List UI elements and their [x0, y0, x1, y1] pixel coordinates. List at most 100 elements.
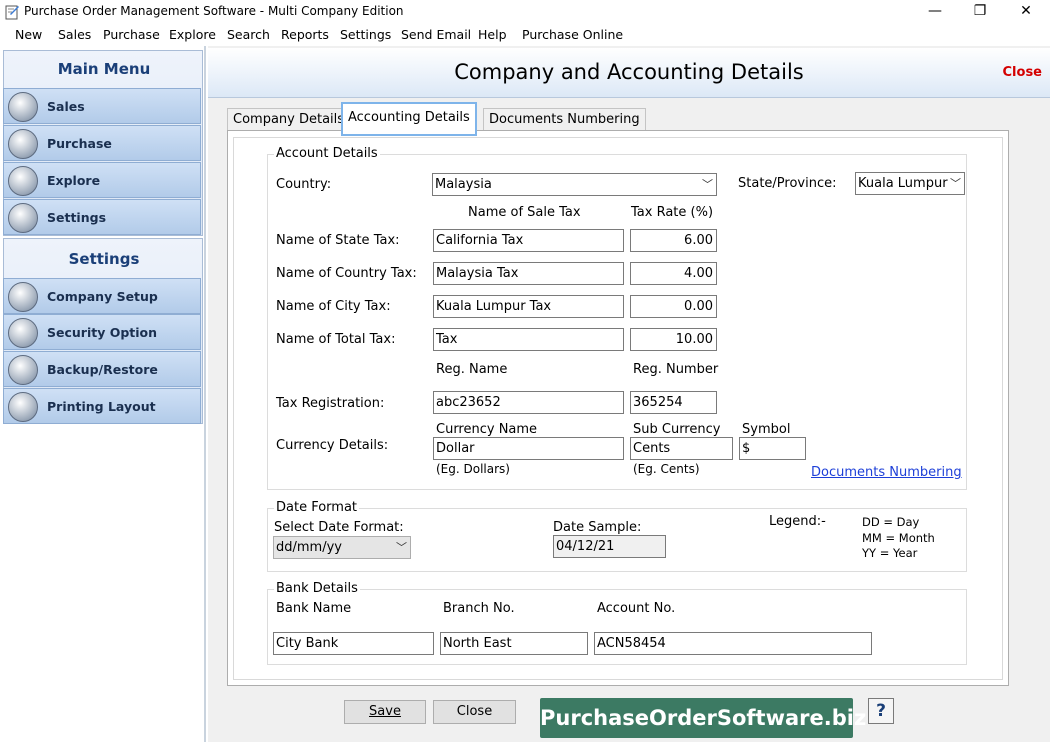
- nav-purchase[interactable]: Purchase: [3, 125, 201, 161]
- city-tax-label: Name of City Tax:: [276, 299, 391, 314]
- currency-name-input[interactable]: Dollar: [433, 437, 624, 460]
- main-menu-title: Main Menu: [57, 60, 151, 78]
- menu-new[interactable]: New: [15, 27, 42, 42]
- sub-currency-header: Sub Currency: [633, 422, 721, 437]
- settings-icon: [8, 203, 38, 233]
- menu-sales[interactable]: Sales: [58, 27, 91, 42]
- minimize-button[interactable]: —: [912, 0, 958, 24]
- menu-purchase[interactable]: Purchase: [103, 27, 160, 42]
- window-title: Purchase Order Management Software - Mul…: [24, 4, 404, 18]
- country-select[interactable]: Malaysia ﹀: [432, 173, 717, 196]
- header-close-link[interactable]: Close: [1003, 65, 1042, 80]
- chevron-down-icon: ﹀: [396, 541, 407, 554]
- state-select[interactable]: Kuala Lumpur ﹀: [855, 172, 965, 195]
- select-date-format-label: Select Date Format:: [274, 520, 404, 535]
- account-no-input[interactable]: ACN58454: [594, 632, 872, 655]
- help-button[interactable]: ?: [868, 698, 894, 724]
- nav-sales-label: Sales: [47, 99, 85, 114]
- close-button[interactable]: Close: [433, 700, 516, 724]
- tab-documents-numbering[interactable]: Documents Numbering: [483, 108, 646, 130]
- bank-details-label: Bank Details: [274, 581, 360, 596]
- sub-currency-input[interactable]: Cents: [630, 437, 733, 460]
- nav-sales[interactable]: Sales: [3, 88, 201, 124]
- maximize-button[interactable]: ❐: [957, 0, 1003, 24]
- reg-name-input[interactable]: abc23652: [433, 391, 624, 414]
- date-format-value: dd/mm/yy: [276, 540, 342, 555]
- bank-name-input[interactable]: City Bank: [273, 632, 434, 655]
- nav-printing-layout-label: Printing Layout: [47, 399, 156, 414]
- left-panel: Main Menu Sales Purchase Explore Setting…: [0, 46, 206, 742]
- menu-send-email[interactable]: Send Email: [401, 27, 471, 42]
- tax-registration-label: Tax Registration:: [276, 396, 385, 411]
- explore-icon: [8, 166, 38, 196]
- total-tax-label: Name of Total Tax:: [276, 332, 396, 347]
- tax-name-header: Name of Sale Tax: [468, 205, 581, 220]
- menu-help[interactable]: Help: [478, 27, 507, 42]
- menu-search[interactable]: Search: [227, 27, 270, 42]
- date-format-select[interactable]: dd/mm/yy ﹀: [273, 536, 411, 559]
- account-no-header: Account No.: [597, 601, 676, 616]
- settings-title: Settings: [68, 250, 140, 268]
- account-details-label: Account Details: [274, 146, 380, 161]
- branch-no-header: Branch No.: [443, 601, 515, 616]
- country-label: Country:: [276, 177, 332, 192]
- total-tax-name-input[interactable]: Tax: [433, 328, 624, 351]
- currency-name-header: Currency Name: [436, 422, 538, 437]
- nav-explore[interactable]: Explore: [3, 162, 201, 198]
- documents-numbering-link[interactable]: Documents Numbering: [811, 465, 962, 480]
- window-close-button[interactable]: ✕: [1003, 0, 1049, 24]
- reg-number-input[interactable]: 365254: [630, 391, 717, 414]
- menu-bar: New Sales Purchase Explore Search Report…: [0, 24, 1050, 46]
- nav-purchase-label: Purchase: [47, 136, 112, 151]
- city-tax-rate-input[interactable]: 0.00: [630, 295, 717, 318]
- chevron-down-icon: ﹀: [950, 177, 961, 190]
- menu-explore[interactable]: Explore: [169, 27, 216, 42]
- nav-printing-layout[interactable]: Printing Layout: [3, 388, 201, 424]
- reg-name-header: Reg. Name: [436, 362, 508, 377]
- nav-explore-label: Explore: [47, 173, 101, 188]
- menu-settings[interactable]: Settings: [340, 27, 391, 42]
- country-value: Malaysia: [435, 177, 492, 192]
- date-sample-label: Date Sample:: [553, 520, 642, 535]
- state-tax-rate-input[interactable]: 6.00: [630, 229, 717, 252]
- menu-purchase-online[interactable]: Purchase Online: [522, 27, 623, 42]
- page-header: Company and Accounting Details Close: [208, 48, 1050, 98]
- nav-settings[interactable]: Settings: [3, 199, 201, 235]
- sales-icon: [8, 92, 38, 122]
- branch-no-input[interactable]: North East: [440, 632, 588, 655]
- save-button-label: Save: [369, 704, 401, 719]
- title-bar: Purchase Order Management Software - Mul…: [0, 0, 1050, 24]
- currency-hint: (Eg. Dollars): [436, 462, 510, 476]
- sub-currency-hint: (Eg. Cents): [633, 462, 700, 476]
- state-value: Kuala Lumpur: [858, 176, 948, 191]
- currency-symbol-input[interactable]: $: [739, 437, 806, 460]
- state-tax-name-input[interactable]: California Tax: [433, 229, 624, 252]
- save-button[interactable]: Save: [344, 700, 426, 724]
- legend-year: YY = Year: [862, 546, 918, 560]
- country-tax-rate-input[interactable]: 4.00: [630, 262, 717, 285]
- tab-accounting-details[interactable]: Accounting Details: [341, 102, 477, 136]
- tax-rate-header: Tax Rate (%): [631, 205, 714, 220]
- country-tax-name-input[interactable]: Malaysia Tax: [433, 262, 624, 285]
- nav-backup-restore[interactable]: Backup/Restore: [3, 351, 201, 387]
- tab-company-details[interactable]: Company Details: [227, 108, 351, 130]
- nav-company-setup[interactable]: Company Setup: [3, 278, 201, 314]
- state-tax-label: Name of State Tax:: [276, 233, 400, 248]
- lock-icon: [8, 318, 38, 348]
- menu-reports[interactable]: Reports: [281, 27, 329, 42]
- total-tax-rate-input[interactable]: 10.00: [630, 328, 717, 351]
- state-label: State/Province:: [738, 176, 837, 191]
- printer-icon: [8, 392, 38, 422]
- nav-company-setup-label: Company Setup: [47, 289, 158, 304]
- legend-label: Legend:-: [769, 514, 826, 529]
- date-format-label: Date Format: [274, 500, 360, 515]
- app-icon: [5, 5, 19, 20]
- city-tax-name-input[interactable]: Kuala Lumpur Tax: [433, 295, 624, 318]
- symbol-header: Symbol: [742, 422, 791, 437]
- nav-security-option-label: Security Option: [47, 325, 158, 340]
- currency-details-label: Currency Details:: [276, 438, 389, 453]
- date-sample-field: 04/12/21: [553, 535, 666, 558]
- nav-backup-restore-label: Backup/Restore: [47, 362, 158, 377]
- nav-security-option[interactable]: Security Option: [3, 314, 201, 350]
- legend-day: DD = Day: [862, 515, 920, 529]
